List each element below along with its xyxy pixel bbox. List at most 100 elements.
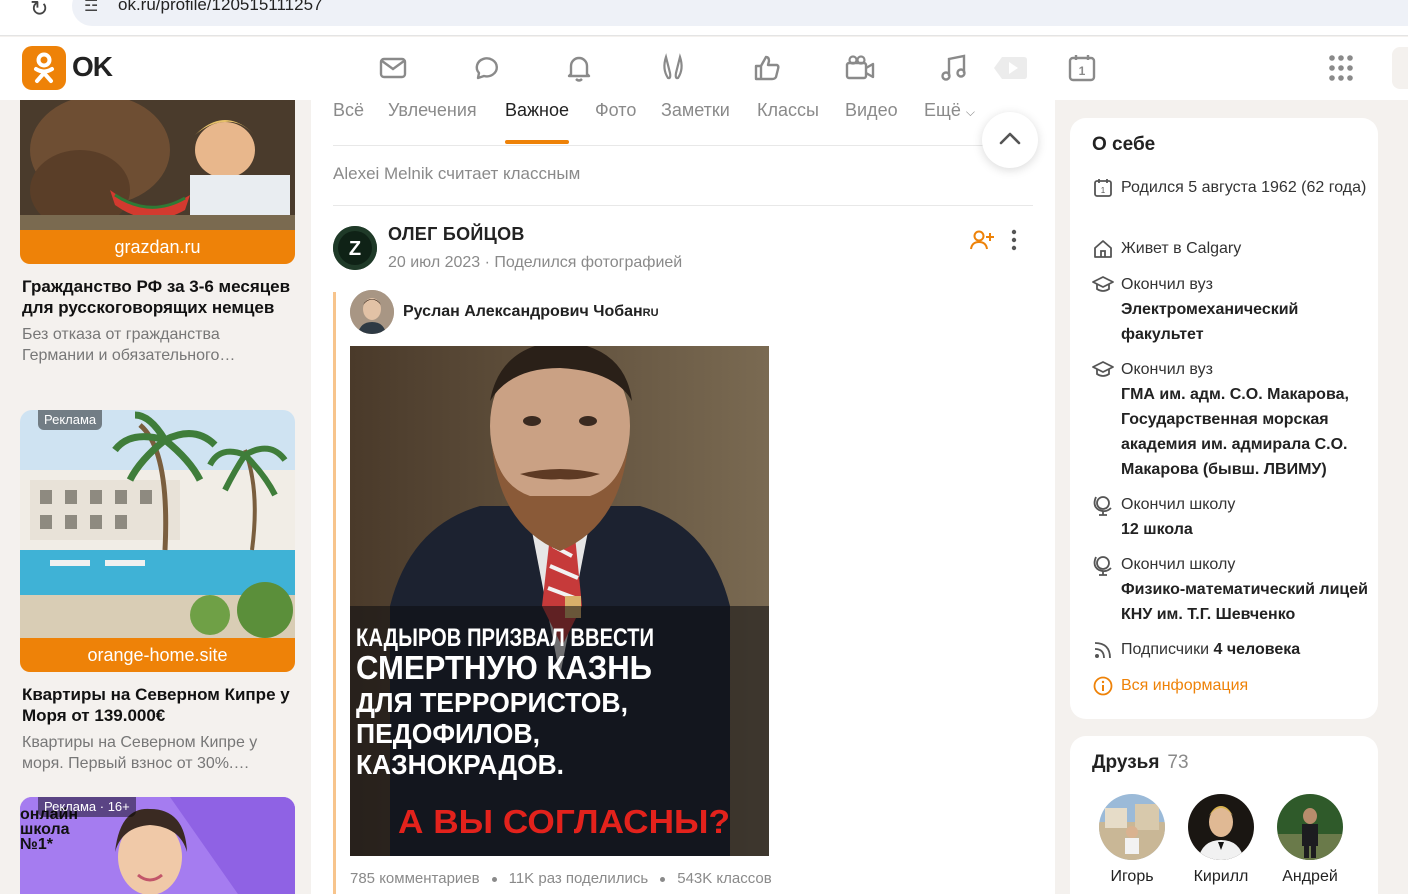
browser-toolbar: ↻ ☲ ok.ru/profile/120515111257 xyxy=(0,0,1408,36)
all-info-label[interactable]: Вся информация xyxy=(1121,673,1372,698)
ad-domain[interactable]: orange-home.site xyxy=(20,638,295,672)
post-meta: 20 июл 2023 · Поделился фотографией xyxy=(388,254,683,271)
ad-card[interactable]: онлайн школа №1* Реклама · 16+ xyxy=(20,797,295,894)
post-author[interactable]: ОЛЕГ БОЙЦОВ xyxy=(388,224,525,245)
user-menu-button[interactable] xyxy=(1392,47,1408,89)
about-school-label: Окончил школу xyxy=(1121,496,1236,513)
ad-domain[interactable]: grazdan.ru xyxy=(20,230,295,264)
ad-badge: Реклама xyxy=(38,410,103,430)
ad-image[interactable] xyxy=(20,100,295,230)
messages-icon[interactable] xyxy=(376,51,410,85)
friends-title[interactable]: Друзья 73 xyxy=(1092,752,1189,774)
add-friend-icon[interactable] xyxy=(969,228,995,252)
friend-name[interactable]: Кирилл xyxy=(1181,868,1261,886)
about-subscribers-label: Подписчики xyxy=(1121,641,1214,658)
photo-caption-line: ПЕДОФИЛОВ, xyxy=(356,718,540,749)
ad-image[interactable]: онлайн школа №1* Реклама · 16+ xyxy=(20,797,295,894)
feed-tabs: Всё Увлечения Важное Фото Заметки Классы… xyxy=(333,100,1033,146)
about-location-label: Живет в xyxy=(1121,240,1187,257)
about-location: Живет в Calgary xyxy=(1092,236,1372,261)
ad-card[interactable]: Реклама orange-home.site Квартиры на Сев… xyxy=(20,410,295,774)
graduation-cap-icon xyxy=(1092,274,1114,296)
ad-description[interactable]: Квартиры на Северном Кипре у моря. Первы… xyxy=(22,732,293,774)
about-school: Окончил школу 12 школа xyxy=(1092,492,1372,542)
liked-by-text: Alexei Melnik считает классным xyxy=(333,164,581,183)
likes-count[interactable]: 543K классов xyxy=(677,870,772,887)
photo-caption-line: КАДЫРОВ ПРИЗВАЛ ВВЕСТИ xyxy=(356,624,654,652)
rss-icon xyxy=(1092,639,1114,661)
notifications-icon[interactable] xyxy=(562,51,596,85)
tab-hobbies[interactable]: Увлечения xyxy=(388,100,477,121)
about-school-name[interactable]: Физико-математический лицей КНУ им. Т.Г.… xyxy=(1121,577,1372,627)
avatar-letter: Z xyxy=(349,238,361,260)
address-bar-url[interactable]: ok.ru/profile/120515111257 xyxy=(118,0,322,15)
about-city[interactable]: Calgary xyxy=(1186,240,1241,257)
left-ad-column: grazdan.ru Гражданство РФ за 3-6 месяцев… xyxy=(0,100,310,894)
shares-count[interactable]: 11K раз поделились xyxy=(509,870,649,887)
tab-likes[interactable]: Классы xyxy=(757,100,819,121)
post-stats: 785 комментариев 11K раз поделились 543K к… xyxy=(350,870,772,887)
photo-caption-line: СМЕРТНУЮ КАЗНЬ xyxy=(356,649,652,686)
apps-grid-icon[interactable] xyxy=(1324,51,1358,85)
about-university: Окончил вуз ГМА им. адм. С.О. Макарова, … xyxy=(1092,357,1372,482)
about-birthday: 1 Родился 5 августа 1962 (62 года) xyxy=(1092,175,1372,200)
video-icon[interactable] xyxy=(994,51,1028,85)
friend-item[interactable]: Игорь xyxy=(1092,794,1172,886)
avatar[interactable] xyxy=(1277,794,1343,860)
ok-logo-icon[interactable] xyxy=(22,46,66,90)
feed: Всё Увлечения Важное Фото Заметки Классы… xyxy=(311,100,1055,894)
globe-icon xyxy=(1092,554,1114,576)
friend-name[interactable]: Игорь xyxy=(1092,868,1172,886)
divider xyxy=(333,205,1033,206)
repost-author-suffix: RU xyxy=(642,307,659,319)
scroll-to-top-button[interactable] xyxy=(982,112,1038,168)
tab-photos[interactable]: Фото xyxy=(595,100,636,121)
about-school-name[interactable]: 12 школа xyxy=(1121,517,1372,542)
ad-title[interactable]: Гражданство РФ за 3-6 месяцев для русско… xyxy=(22,276,293,318)
friend-name[interactable]: Андрей xyxy=(1270,868,1350,886)
reload-icon[interactable]: ↻ xyxy=(30,0,48,22)
logo-text[interactable]: OK xyxy=(72,51,113,83)
graduation-cap-icon xyxy=(1092,359,1114,381)
more-options-icon[interactable] xyxy=(1007,228,1021,252)
home-icon xyxy=(1092,238,1114,260)
all-info-link[interactable]: Вся информация xyxy=(1092,673,1372,698)
about-card: О себе 1 Родился 5 августа 1962 (62 года… xyxy=(1070,118,1378,719)
comments-count[interactable]: 785 комментариев xyxy=(350,870,480,887)
ad-title[interactable]: Квартиры на Северном Кипре у Моря от 139… xyxy=(22,684,293,726)
avatar[interactable] xyxy=(1188,794,1254,860)
about-title: О себе xyxy=(1092,134,1156,155)
discussions-icon[interactable] xyxy=(469,51,503,85)
about-university-name[interactable]: ГМА им. адм. С.О. Макарова, Государствен… xyxy=(1121,382,1372,482)
tab-more[interactable]: Ещё ⌵ xyxy=(924,100,975,121)
likes-icon[interactable] xyxy=(750,51,784,85)
repost-author[interactable]: Руслан Александрович ЧобанRU xyxy=(403,303,659,321)
about-birthday-text: Родился 5 августа 1962 (62 года) xyxy=(1121,179,1367,196)
svg-text:1: 1 xyxy=(1101,186,1106,195)
avatar[interactable] xyxy=(350,290,394,334)
guests-icon[interactable] xyxy=(656,51,690,85)
friends-count: 73 xyxy=(1167,752,1189,773)
ad-card[interactable]: grazdan.ru Гражданство РФ за 3-6 месяцев… xyxy=(20,100,295,366)
ad-description[interactable]: Без отказа от гражданства Германии и обя… xyxy=(22,324,293,366)
friend-item[interactable]: Кирилл xyxy=(1181,794,1261,886)
photo-caption-line: КАЗНОКРАДОВ. xyxy=(356,749,564,780)
calendar-icon[interactable]: 1 xyxy=(1065,51,1099,85)
avatar[interactable]: Z xyxy=(333,226,377,270)
about-school: Окончил школу Физико-математический лице… xyxy=(1092,552,1372,627)
video-call-icon[interactable] xyxy=(843,51,877,85)
friends-card: Друзья 73 Игорь Кирилл Андрей xyxy=(1070,736,1378,894)
ad-image[interactable]: Реклама xyxy=(20,410,295,638)
tab-notes[interactable]: Заметки xyxy=(661,100,730,121)
about-subscribers-value[interactable]: 4 человека xyxy=(1213,641,1300,658)
friend-item[interactable]: Андрей xyxy=(1270,794,1350,886)
post-photo[interactable]: КАДЫРОВ ПРИЗВАЛ ВВЕСТИ СМЕРТНУЮ КАЗНЬ ДЛ… xyxy=(350,346,769,856)
tab-all[interactable]: Всё xyxy=(333,100,364,121)
tab-important[interactable]: Важное xyxy=(505,100,570,144)
music-icon[interactable] xyxy=(937,51,971,85)
avatar[interactable] xyxy=(1099,794,1165,860)
repost-indicator xyxy=(333,292,336,894)
tune-icon[interactable]: ☲ xyxy=(84,0,98,16)
about-university-name[interactable]: Электромеханический факультет xyxy=(1121,297,1372,347)
tab-video[interactable]: Видео xyxy=(845,100,898,121)
